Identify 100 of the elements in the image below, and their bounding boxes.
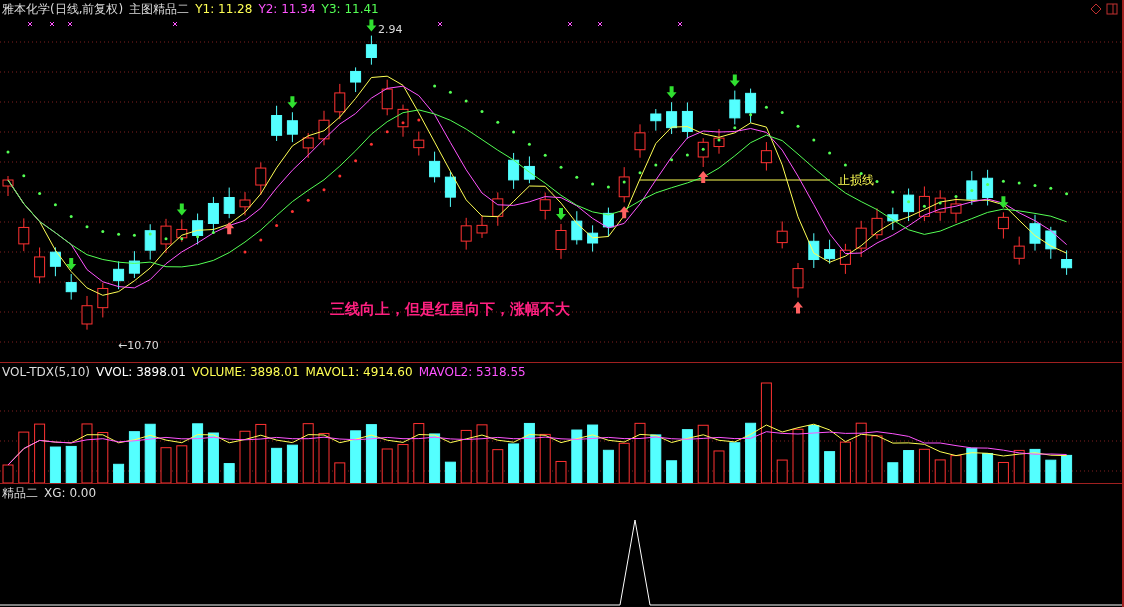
candlestick: [223, 187, 235, 219]
candlestick: [966, 170, 978, 206]
candlestick: [634, 123, 646, 159]
candlestick: [239, 191, 251, 216]
candlestick: [34, 247, 46, 284]
candlestick: [571, 210, 583, 245]
candlestick: [65, 273, 77, 301]
candlestick: [1045, 226, 1057, 260]
candlestick: [1029, 214, 1041, 252]
annotation-text: 三线向上，但是红星向下，涨幅不大: [330, 300, 570, 318]
candlestick: [618, 166, 630, 203]
xg-reading: XG: 0.00: [44, 486, 97, 500]
xg-indicator-name: 精品二: [2, 484, 38, 502]
candlestick: [128, 250, 140, 279]
candlestick: [160, 218, 172, 254]
candlestick: [350, 66, 362, 93]
candlestick: [666, 101, 678, 135]
candlestick: [523, 155, 535, 184]
up-arrow-icon: [698, 171, 709, 183]
down-arrow-icon: [176, 203, 187, 216]
candlestick: [855, 220, 867, 258]
x-marker-icon: [49, 21, 55, 27]
candlestick: [602, 207, 614, 238]
low-price-label: ←10.70: [118, 339, 159, 352]
candlestick: [144, 223, 156, 261]
candlestick: [271, 105, 283, 142]
candlestick: [934, 189, 946, 222]
x-marker-icon: [597, 21, 603, 27]
down-arrow-icon: [287, 96, 298, 109]
candlestick: [318, 110, 330, 146]
candlestick: [587, 224, 599, 253]
candlestick: [681, 101, 693, 140]
candlestick: [192, 213, 204, 246]
candlestick: [49, 246, 61, 277]
candlestick: [839, 243, 851, 275]
candlestick: [745, 88, 757, 124]
candlestick: [555, 223, 567, 260]
x-marker-icon: [567, 21, 573, 27]
candlestick: [413, 131, 425, 157]
candlestick: [492, 191, 504, 227]
candlestick: [539, 192, 551, 220]
candlestick: [397, 104, 409, 138]
candlestick: [760, 141, 772, 172]
up-arrow-icon: [793, 301, 803, 314]
candlestick: [113, 260, 125, 290]
candlestick: [729, 90, 741, 125]
candlestick: [871, 207, 883, 240]
candlestick: [792, 262, 804, 299]
up-arrow-icon: [224, 222, 235, 235]
up-arrow-icon: [619, 206, 630, 219]
candlestick: [713, 128, 725, 155]
candlestick: [982, 169, 994, 206]
x-marker-icon: [172, 21, 178, 27]
candlestick: [365, 35, 377, 66]
x-marker-icon: [27, 21, 33, 27]
candlestick: [334, 83, 346, 120]
down-arrow-icon: [666, 86, 677, 99]
candlestick: [1013, 236, 1025, 266]
panel-toggle-icon[interactable]: [1106, 3, 1118, 15]
candlestick: [97, 282, 109, 318]
x-marker-icon: [677, 21, 683, 27]
candlestick: [207, 196, 219, 234]
volume-reading: MAVOL2: 5318.55: [418, 365, 526, 379]
volume-indicator-name: VOL-TDX(5,10): [2, 365, 91, 379]
candlestick: [508, 152, 520, 190]
candlestick: [1061, 249, 1073, 276]
candlestick: [808, 232, 820, 269]
candlestick: [429, 151, 441, 183]
down-arrow-icon: [66, 258, 77, 270]
volume-reading: MAVOL1: 4914.60: [305, 365, 413, 379]
candlestick: [697, 137, 709, 168]
ma-reading: Y2: 11.34: [258, 2, 316, 16]
volume-reading: VVOL: 3898.01: [96, 365, 186, 379]
candlestick: [286, 111, 298, 143]
candlestick: [81, 295, 93, 331]
down-arrow-icon: [998, 196, 1009, 209]
candlestick: [887, 207, 899, 231]
x-marker-icon: [437, 21, 443, 27]
candlestick: [776, 220, 788, 249]
high-price-label: 2.94: [378, 23, 403, 36]
indicator-name: 主图精品二: [129, 0, 190, 18]
candlestick: [18, 217, 30, 252]
candlestick: [460, 217, 472, 251]
x-marker-icon: [67, 21, 73, 27]
candlestick: [476, 214, 488, 239]
volume-reading: VOLUME: 3898.01: [191, 365, 300, 379]
ma-reading: Y1: 11.28: [195, 2, 253, 16]
candlestick: [950, 197, 962, 224]
stock-title: 雅本化学(日线,前复权): [2, 0, 124, 18]
candlestick: [444, 171, 456, 208]
down-arrow-icon: [729, 74, 740, 87]
candlestick: [255, 161, 267, 196]
candlestick: [381, 79, 393, 116]
candlestick: [302, 132, 314, 159]
stop-loss-label: 止损线: [838, 173, 874, 187]
candlestick: [918, 185, 930, 222]
candlestick: [650, 108, 662, 132]
diamond-icon[interactable]: [1090, 3, 1102, 15]
down-arrow-icon: [556, 207, 566, 220]
ma-reading: Y3: 11.41: [321, 2, 379, 16]
